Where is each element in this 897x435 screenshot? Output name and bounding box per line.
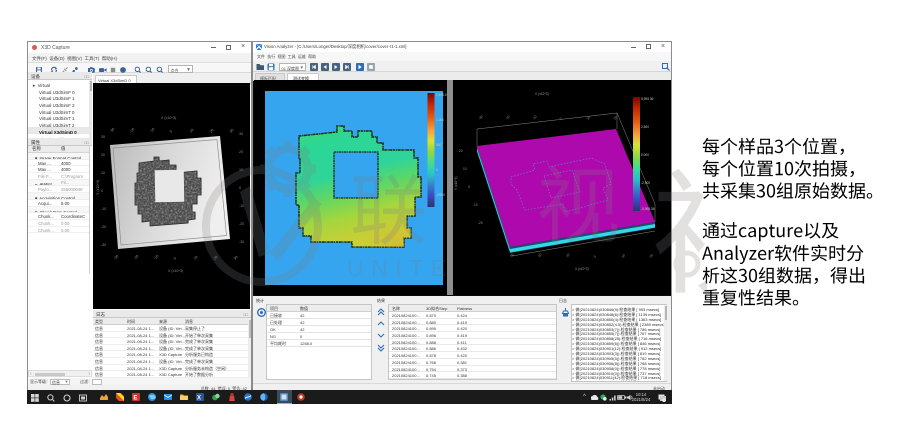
svg-text:-10: -10 bbox=[473, 203, 478, 207]
svg-text:X: X bbox=[197, 396, 201, 402]
svg-text:-30: -30 bbox=[101, 243, 106, 247]
svg-text:-10: -10 bbox=[101, 207, 106, 211]
svg-text:-30: -30 bbox=[239, 240, 244, 244]
svg-text:-495.0: -495.0 bbox=[436, 193, 445, 197]
svg-text:X (x10^3): X (x10^3) bbox=[168, 269, 183, 273]
svg-text:20: 20 bbox=[459, 149, 463, 153]
svg-text:Y (x10^3): Y (x10^3) bbox=[96, 180, 100, 195]
svg-text:-20: -20 bbox=[239, 222, 244, 226]
svg-text:10: 10 bbox=[463, 167, 467, 171]
svg-text:-10: -10 bbox=[239, 204, 244, 208]
svg-text:30: 30 bbox=[101, 135, 105, 139]
svg-text:-20: -20 bbox=[101, 225, 106, 229]
svg-text:X (x10^3): X (x10^3) bbox=[161, 116, 176, 120]
svg-text:-20: -20 bbox=[478, 221, 483, 225]
svg-text:0.000: 0.000 bbox=[641, 153, 649, 157]
svg-text:1,000: 1,000 bbox=[436, 118, 444, 122]
svg-text:20: 20 bbox=[239, 150, 243, 154]
svg-text:-2,500: -2,500 bbox=[641, 181, 650, 185]
svg-text:E: E bbox=[133, 395, 137, 401]
svg-text:0: 0 bbox=[468, 185, 470, 189]
svg-text:Y (x10^3): Y (x10^3) bbox=[454, 177, 458, 191]
svg-text:10: 10 bbox=[101, 171, 105, 175]
svg-text:X (x10^3): X (x10^3) bbox=[575, 267, 589, 271]
svg-text:0: 0 bbox=[101, 189, 103, 193]
svg-text:5,995.36: 5,995.36 bbox=[641, 97, 654, 101]
svg-text:2,500: 2,500 bbox=[641, 125, 649, 129]
svg-text:10: 10 bbox=[239, 168, 243, 172]
svg-text:-5,998.36: -5,998.36 bbox=[641, 207, 655, 211]
svg-text:X (x10^3): X (x10^3) bbox=[535, 92, 549, 96]
svg-text:0: 0 bbox=[239, 186, 241, 190]
svg-text:30: 30 bbox=[239, 132, 243, 136]
svg-text:1,495.0: 1,495.0 bbox=[436, 93, 447, 97]
svg-text:500: 500 bbox=[436, 143, 442, 147]
svg-text:20: 20 bbox=[101, 153, 105, 157]
svg-text:0: 0 bbox=[436, 168, 438, 172]
